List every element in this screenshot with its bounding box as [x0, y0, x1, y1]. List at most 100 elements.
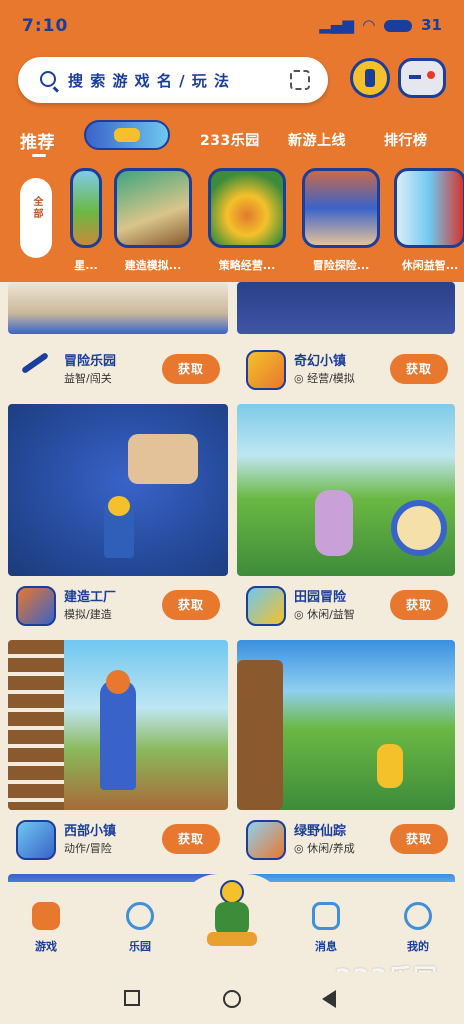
status-bar: 7:10 ▂▄▆ ◠ 31 — [22, 16, 442, 42]
all-categories-label: 全部 — [31, 196, 42, 220]
nav-label: 我的 — [407, 940, 429, 953]
get-button[interactable]: 获取 — [162, 590, 220, 620]
tab-ranking[interactable]: 排行榜 — [384, 130, 428, 150]
game-card-info: 西部小镇 动作/冒险 获取 — [16, 816, 220, 868]
app-title: 绿野仙踪 — [294, 824, 347, 839]
tab-logo-banner[interactable] — [84, 120, 170, 150]
bottom-navigation: 游戏 乐园 消息 我的 233乐园 — [0, 874, 464, 992]
app-icon[interactable] — [16, 350, 56, 390]
chip-thumbnail — [114, 168, 192, 248]
chip-thumbnail — [302, 168, 380, 248]
tab-indicator — [32, 154, 46, 157]
category-chips: 星... 建造模拟... 策略经营... 冒险探险... 休闲益智... — [70, 168, 464, 278]
recent-apps-icon[interactable] — [124, 990, 140, 1006]
game-card-image[interactable] — [8, 404, 228, 576]
chip-label: 休闲益智... — [401, 259, 459, 272]
game-card-image[interactable] — [237, 404, 455, 576]
search-bar[interactable]: 搜 索 游 戏 名 / 玩 法 — [18, 57, 328, 103]
app-subtitle: ◎ 休闲/养成 — [294, 842, 355, 855]
wheel-shape — [391, 500, 447, 556]
app-subtitle: 动作/冒险 — [64, 842, 112, 855]
gift-icon[interactable] — [350, 58, 390, 98]
nav-label: 游戏 — [35, 940, 57, 953]
character-figure — [315, 490, 353, 556]
chip-item[interactable]: 建造模拟... — [114, 168, 192, 273]
chip-thumbnail — [394, 168, 464, 248]
game-card-image[interactable] — [237, 282, 455, 334]
game-card-image[interactable] — [8, 282, 228, 334]
character-head — [108, 496, 130, 516]
app-title: 田园冒险 — [294, 590, 347, 605]
chip-item[interactable]: 冒险探险... — [302, 168, 380, 273]
back-icon[interactable] — [322, 990, 336, 1008]
game-card-info: 冒险乐园 益智/闯关 获取 — [16, 346, 220, 398]
all-categories-button[interactable]: 全部 — [20, 178, 52, 258]
game-feed: 冒险乐园 益智/闯关 获取 奇幻小镇 ◎ 经营/模拟 获取 建造工厂 模拟/建造… — [0, 282, 464, 882]
game-card-info: 建造工厂 模拟/建造 获取 — [16, 582, 220, 634]
app-subtitle: ◎ 经营/模拟 — [294, 372, 355, 385]
get-button[interactable]: 获取 — [162, 354, 220, 384]
nav-label: 乐园 — [129, 940, 151, 953]
system-navigation — [0, 972, 464, 1024]
scan-icon[interactable] — [290, 70, 310, 90]
game-controller-icon[interactable] — [398, 58, 446, 98]
user-icon — [404, 902, 432, 930]
signal-icon: ▂▄▆ — [319, 16, 354, 34]
wrench-icon — [20, 351, 50, 375]
app-icon[interactable] — [246, 820, 286, 860]
character-figure — [377, 744, 403, 788]
chip-item[interactable]: 策略经营... — [208, 168, 286, 273]
game-card-info: 田园冒险 ◎ 休闲/益智 获取 — [246, 582, 448, 634]
battery-text: 31 — [421, 16, 442, 34]
search-input[interactable]: 搜 索 游 戏 名 / 玩 法 — [68, 70, 230, 91]
planet-icon — [126, 902, 154, 930]
tab-233[interactable]: 233乐园 — [200, 130, 260, 150]
nav-profile[interactable]: 我的 — [388, 902, 448, 954]
message-icon — [312, 902, 340, 930]
get-button[interactable]: 获取 — [390, 824, 448, 854]
search-icon — [40, 71, 56, 87]
get-button[interactable]: 获取 — [390, 590, 448, 620]
mascot-body — [215, 902, 249, 936]
home-icon[interactable] — [223, 990, 241, 1008]
app-subtitle: 益智/闯关 — [64, 372, 112, 385]
status-icons: ▂▄▆ ◠ 31 — [315, 16, 442, 34]
chip-thumbnail — [208, 168, 286, 248]
chip-item[interactable]: 休闲益智... — [394, 168, 464, 273]
gamepad-icon — [32, 902, 60, 930]
app-icon[interactable] — [246, 350, 286, 390]
nav-messages[interactable]: 消息 — [296, 902, 356, 954]
app-icon[interactable] — [16, 820, 56, 860]
game-card-info: 绿野仙踪 ◎ 休闲/养成 获取 — [246, 816, 448, 868]
mascot-base — [207, 932, 257, 946]
center-mascot-button[interactable] — [203, 880, 261, 952]
category-tabs: 推荐 233乐园 新游上线 排行榜 — [0, 120, 464, 168]
machine-figure — [128, 434, 198, 484]
app-title: 建造工厂 — [64, 590, 117, 605]
chip-item[interactable]: 星... — [70, 168, 102, 273]
chip-label: 建造模拟... — [124, 259, 182, 272]
game-card-image[interactable] — [237, 640, 455, 810]
tab-new-games[interactable]: 新游上线 — [288, 130, 346, 150]
character-head — [106, 670, 130, 694]
app-icon[interactable] — [16, 586, 56, 626]
tab-recommend[interactable]: 推荐 — [20, 128, 55, 153]
building-shape — [8, 640, 64, 810]
app-subtitle: 模拟/建造 — [64, 608, 112, 621]
wifi-icon: ◠ — [363, 16, 375, 34]
nav-park[interactable]: 乐园 — [110, 902, 170, 954]
get-button[interactable]: 获取 — [390, 354, 448, 384]
tree-shape — [237, 660, 283, 810]
app-subtitle: ◎ 休闲/益智 — [294, 608, 355, 621]
chip-thumbnail — [70, 168, 102, 248]
game-card-image[interactable] — [8, 640, 228, 810]
app-title: 奇幻小镇 — [294, 354, 347, 369]
get-button[interactable]: 获取 — [162, 824, 220, 854]
app-icon[interactable] — [246, 586, 286, 626]
battery-icon — [383, 19, 412, 32]
status-time: 7:10 — [22, 16, 69, 36]
chip-label: 冒险探险... — [312, 259, 370, 272]
nav-games[interactable]: 游戏 — [16, 902, 76, 954]
nav-label: 消息 — [315, 940, 337, 953]
character-figure — [100, 680, 136, 790]
